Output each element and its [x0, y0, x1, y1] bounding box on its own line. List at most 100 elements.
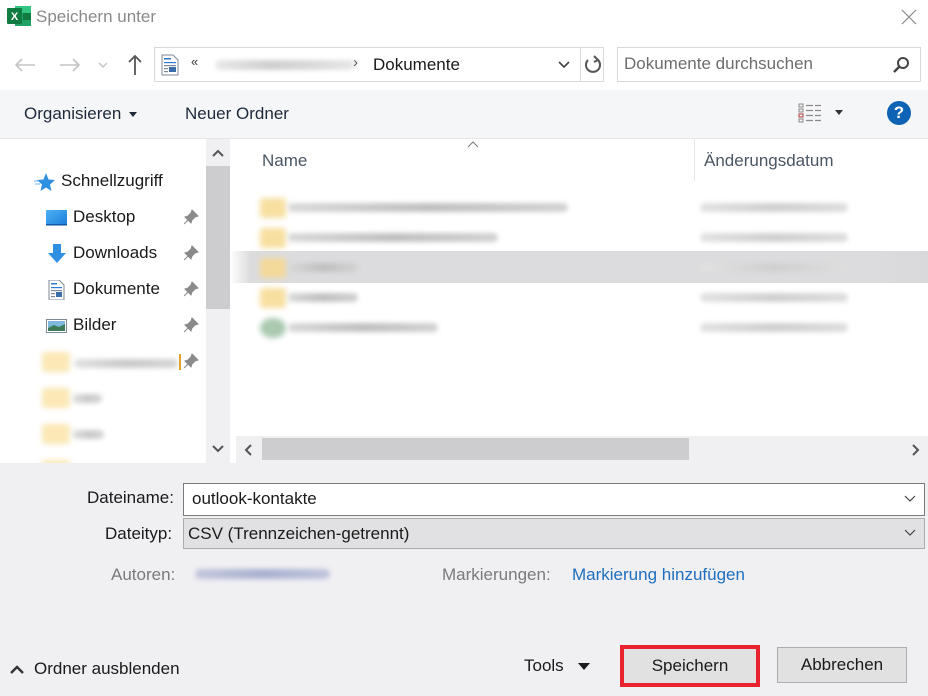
- chevron-left-icon: [244, 444, 252, 456]
- file-name-redacted: [288, 203, 568, 212]
- chevron-down-icon: [212, 445, 224, 453]
- search-button[interactable]: [890, 54, 912, 76]
- close-button[interactable]: [895, 4, 923, 30]
- sidebar-item-label: Downloads: [73, 243, 158, 262]
- view-options-dropdown[interactable]: [833, 106, 845, 118]
- file-list-horizontal-scrollbar[interactable]: [236, 436, 928, 463]
- file-name-redacted: [288, 293, 358, 302]
- caret-down-icon: [835, 109, 843, 115]
- arrow-right-icon: [60, 58, 81, 72]
- back-button[interactable]: [12, 52, 38, 78]
- authors-value-redacted[interactable]: [195, 569, 330, 579]
- redacted-label: [72, 394, 102, 403]
- add-tag-link[interactable]: Markierung hinzufügen: [572, 565, 745, 585]
- filetype-select[interactable]: CSV (Trennzeichen-getrennt): [183, 518, 925, 549]
- file-row[interactable]: [230, 311, 928, 343]
- chevron-right-icon: [912, 444, 920, 456]
- tags-label: Markierungen:: [442, 565, 551, 584]
- pin-icon[interactable]: [183, 281, 199, 297]
- search-input[interactable]: [624, 54, 884, 74]
- file-list: Name Änderungsdatum: [230, 139, 928, 436]
- file-date-redacted: [700, 323, 848, 332]
- sidebar-item-redacted[interactable]: [0, 344, 206, 378]
- sidebar-item-pictures[interactable]: Bilder: [0, 308, 206, 342]
- tools-button[interactable]: Tools: [524, 656, 590, 676]
- file-date-redacted: [700, 233, 848, 242]
- sidebar-item-redacted[interactable]: [0, 380, 206, 414]
- arrow-up-icon: [128, 54, 142, 75]
- arrow-left-icon: [14, 58, 35, 72]
- filename-combobox[interactable]: [183, 483, 925, 516]
- scroll-right-button[interactable]: [904, 438, 928, 462]
- address-history-dropdown[interactable]: [553, 52, 575, 78]
- sidebar-item-label: Schnellzugriff: [61, 171, 163, 190]
- column-header-name[interactable]: Name: [262, 151, 307, 171]
- sidebar-item-label: Desktop: [73, 207, 136, 226]
- scroll-down-button[interactable]: [206, 437, 230, 461]
- column-header-date-modified[interactable]: Änderungsdatum: [704, 151, 833, 171]
- help-button[interactable]: ?: [887, 101, 911, 125]
- sidebar-item-downloads[interactable]: Downloads: [0, 236, 206, 270]
- recent-locations-button[interactable]: [93, 52, 113, 78]
- sidebar-item-label: Bilder: [73, 315, 117, 334]
- svg-text:X: X: [11, 11, 19, 23]
- cancel-button[interactable]: Abbrechen: [777, 647, 907, 683]
- file-row-selected[interactable]: [230, 251, 928, 283]
- refresh-button[interactable]: [581, 48, 605, 81]
- pin-icon[interactable]: [183, 245, 199, 261]
- scroll-left-button[interactable]: [236, 438, 260, 462]
- filename-label: Dateiname:: [87, 488, 174, 507]
- save-button[interactable]: Speichern: [620, 645, 760, 687]
- filename-dropdown[interactable]: [900, 489, 920, 509]
- address-segment-current[interactable]: Dokumente: [373, 55, 460, 75]
- filename-input[interactable]: [192, 489, 892, 509]
- sidebar-item-redacted[interactable]: [0, 416, 206, 450]
- excel-icon: X: [7, 6, 31, 26]
- new-folder-button[interactable]: Neuer Ordner: [185, 104, 289, 124]
- chevron-up-icon: [10, 664, 24, 674]
- organize-label: Organisieren: [24, 104, 122, 123]
- scrollbar-thumb[interactable]: [262, 438, 689, 460]
- title-bar: X Speichern unter: [0, 0, 928, 36]
- navigation-pane-scrollbar[interactable]: [206, 139, 230, 463]
- window-title: Speichern unter: [36, 7, 157, 26]
- file-row[interactable]: [230, 191, 928, 223]
- address-separator[interactable]: ›: [353, 54, 358, 71]
- file-row[interactable]: [230, 281, 928, 313]
- file-row[interactable]: [230, 221, 928, 253]
- pin-icon[interactable]: [183, 317, 199, 333]
- address-bar[interactable]: « › Dokumente: [154, 47, 604, 82]
- chevron-down-icon: [904, 529, 916, 536]
- sidebar-item-documents[interactable]: Dokumente: [0, 272, 206, 306]
- hide-folders-button[interactable]: Ordner ausblenden: [10, 659, 180, 679]
- sidebar-item-desktop[interactable]: Desktop: [0, 200, 206, 234]
- hide-folders-label: Ordner ausblenden: [34, 659, 180, 678]
- pin-icon[interactable]: [183, 353, 199, 369]
- organize-button[interactable]: Organisieren: [24, 104, 138, 124]
- file-date-redacted: [700, 203, 848, 212]
- folder-icon: [260, 198, 286, 218]
- star-icon: [34, 173, 55, 191]
- filetype-value: CSV (Trennzeichen-getrennt): [188, 524, 410, 543]
- address-segment-redacted[interactable]: [215, 60, 355, 70]
- scrollbar-thumb[interactable]: [206, 166, 230, 309]
- navigation-pane: Schnellzugriff Desktop Downloads Dokumen…: [0, 139, 206, 463]
- details-view-icon[interactable]: [798, 102, 822, 124]
- search-box[interactable]: [617, 47, 921, 82]
- pictures-icon: [46, 319, 67, 333]
- filetype-label: Dateityp:: [105, 524, 173, 543]
- scroll-up-button[interactable]: [206, 141, 230, 165]
- sidebar-item-redacted[interactable]: [0, 452, 206, 463]
- forward-button[interactable]: [57, 52, 83, 78]
- up-button[interactable]: [122, 52, 148, 78]
- address-overflow-button[interactable]: «: [191, 54, 198, 69]
- sidebar-item-quick-access[interactable]: Schnellzugriff: [0, 164, 206, 198]
- column-divider[interactable]: [694, 139, 695, 181]
- save-options-panel: Dateiname: Dateityp: CSV (Trennzeichen-g…: [0, 463, 928, 696]
- pin-icon[interactable]: [183, 209, 199, 225]
- redacted-label: [74, 359, 178, 368]
- filetype-dropdown[interactable]: [900, 523, 920, 543]
- caret-down-icon: [577, 662, 590, 670]
- caret-down-icon: [129, 111, 138, 117]
- search-icon: [893, 57, 909, 73]
